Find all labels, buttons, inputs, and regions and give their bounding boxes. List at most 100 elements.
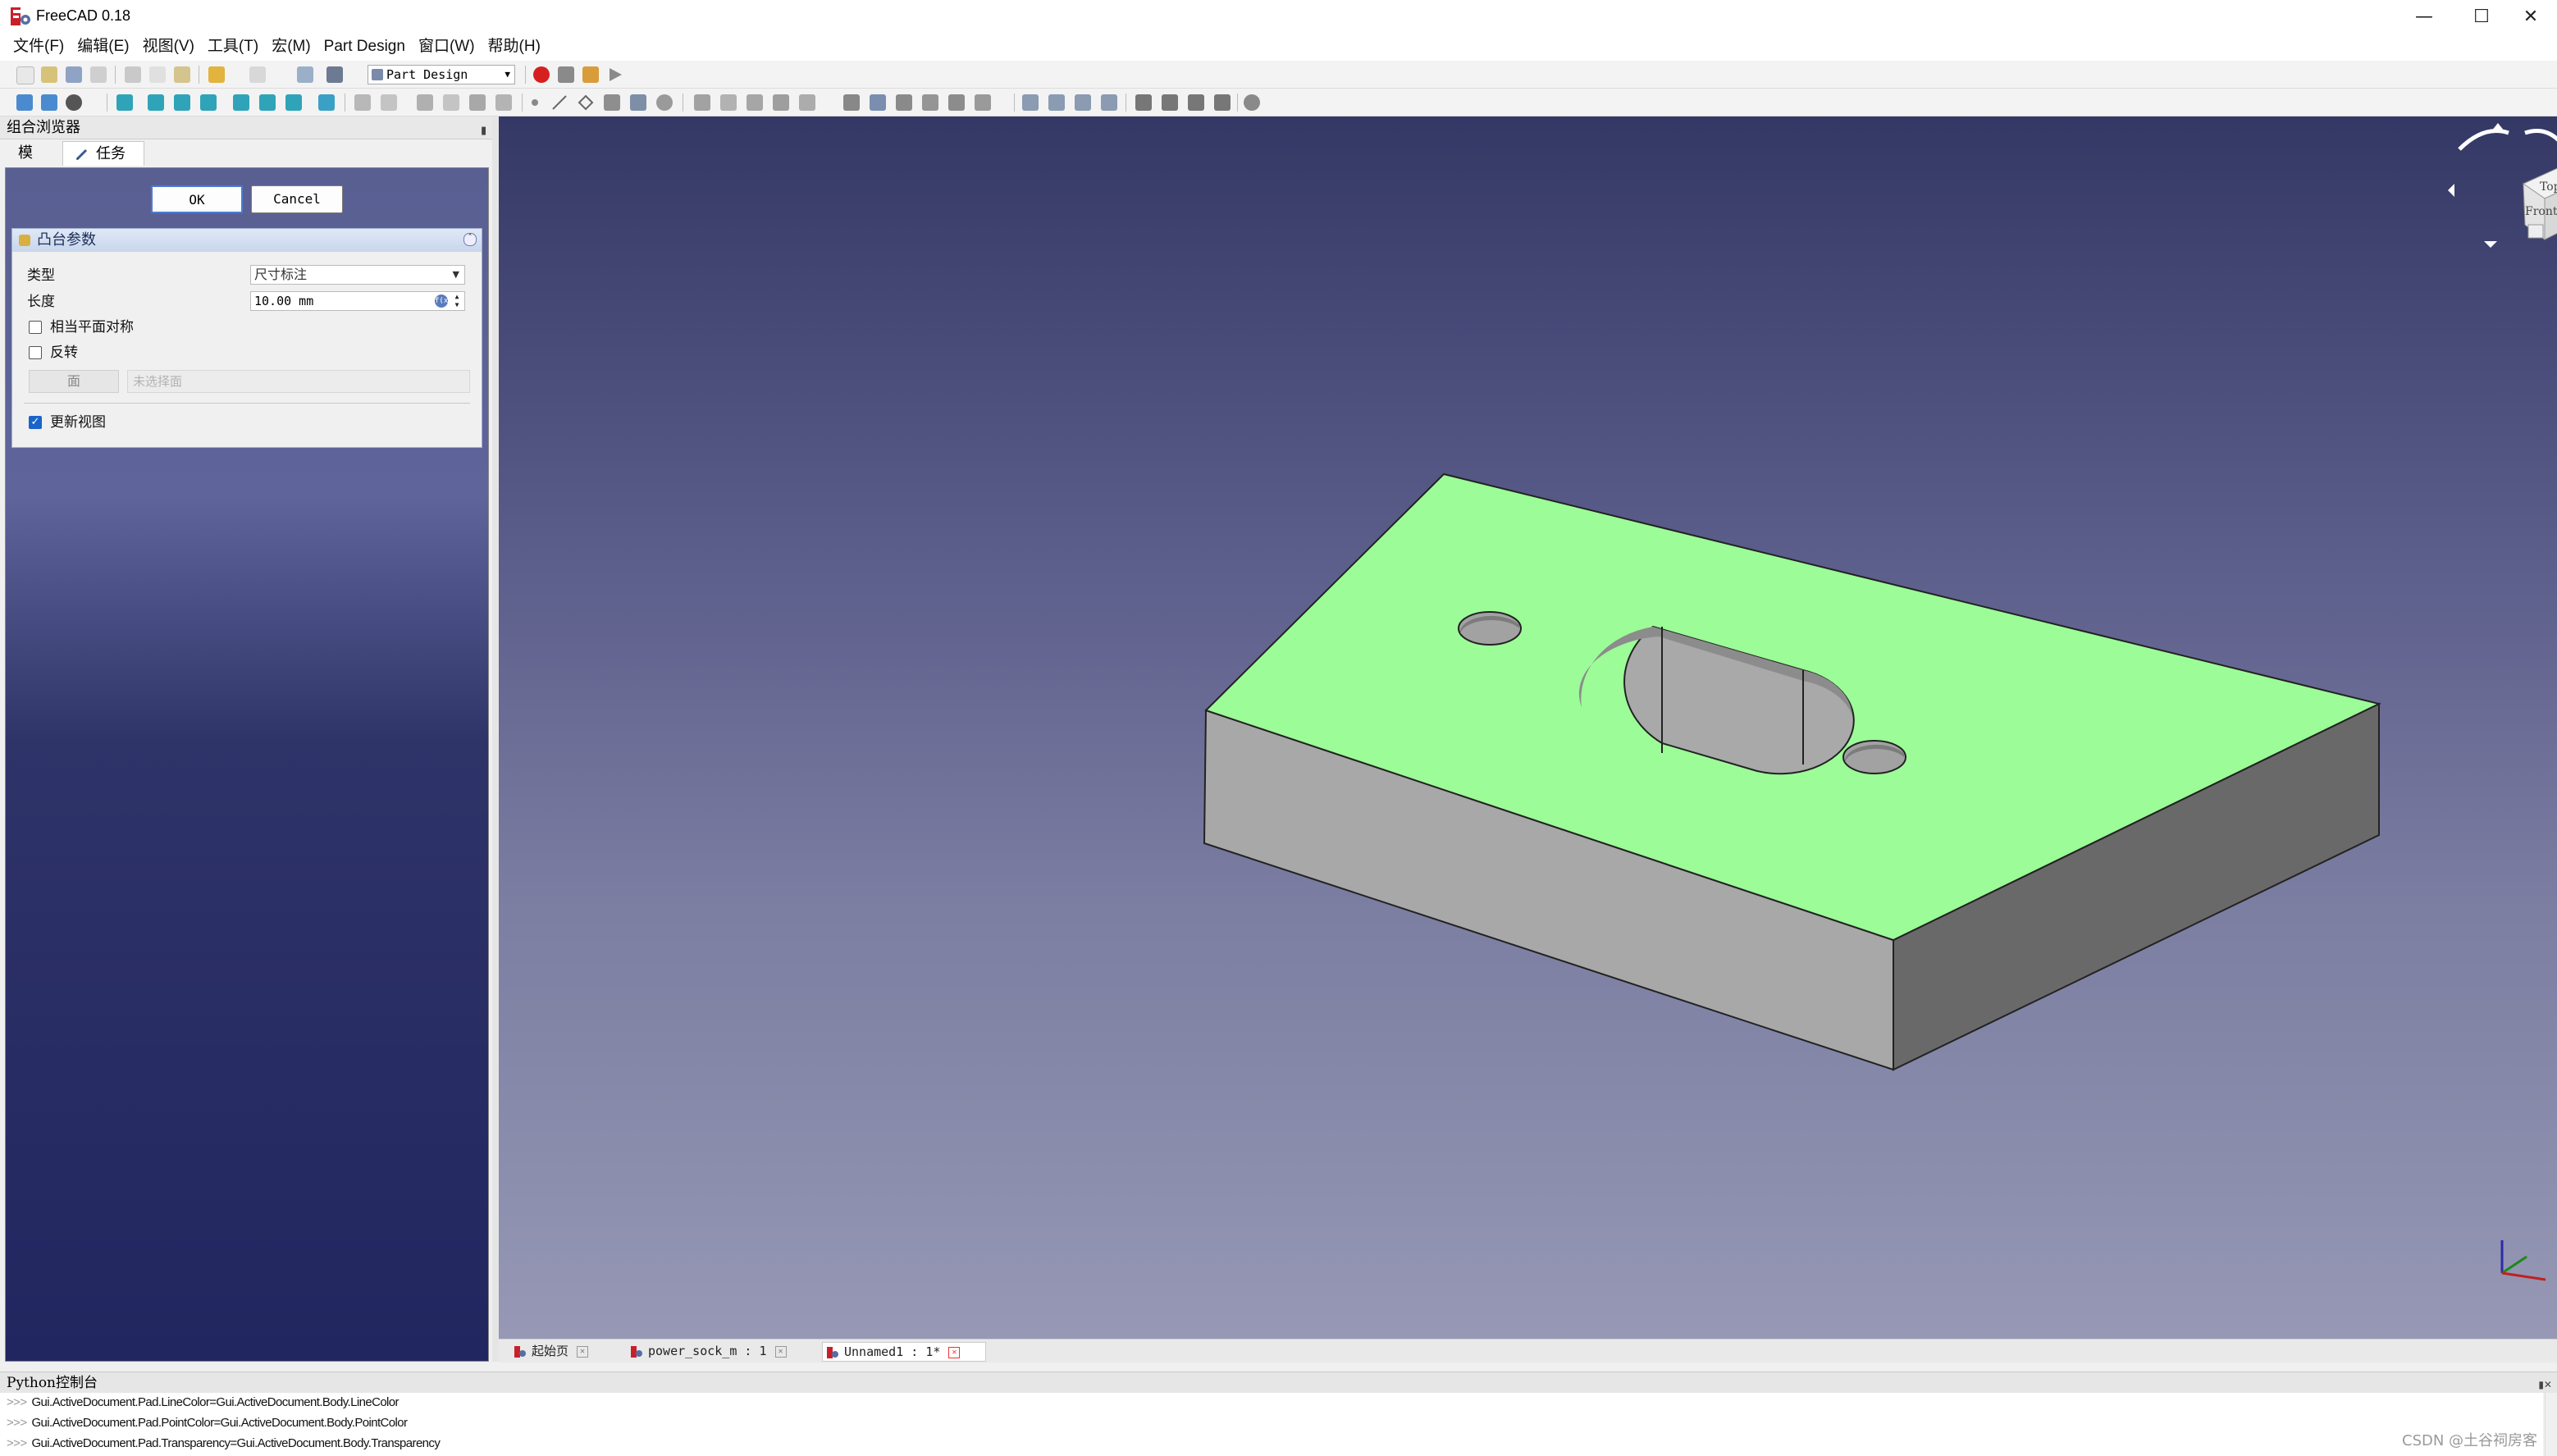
subtractive-pipe-icon[interactable] <box>948 94 965 111</box>
view-rear-icon[interactable] <box>233 94 249 111</box>
expression-icon[interactable]: f(x) <box>435 294 453 308</box>
reversed-checkbox[interactable] <box>29 346 42 359</box>
view-isometric-icon[interactable] <box>116 94 133 111</box>
update-view-checkbox[interactable]: ✓ <box>29 416 42 429</box>
minimize-button[interactable]: — <box>2395 0 2453 33</box>
open-file-icon[interactable] <box>41 66 57 83</box>
3d-viewport[interactable]: Top Front <box>499 116 2557 1339</box>
new-file-icon[interactable] <box>16 66 34 84</box>
menu-windows[interactable]: 窗口(W) <box>412 34 482 59</box>
additive-primitive-icon[interactable] <box>799 94 815 111</box>
menu-part-design[interactable]: Part Design <box>317 34 412 59</box>
redo-icon[interactable] <box>249 66 266 83</box>
menu-view[interactable]: 视图(V) <box>136 34 201 59</box>
map-sketch-icon[interactable] <box>469 94 486 111</box>
clone-icon[interactable] <box>656 94 673 111</box>
view-left-icon[interactable] <box>285 94 302 111</box>
length-input[interactable]: 10.00 mm f(x) ▲ ▼ <box>250 291 465 311</box>
pad-icon[interactable] <box>694 94 710 111</box>
cut-icon[interactable] <box>125 66 141 83</box>
python-console[interactable]: >>> Gui.ActiveDocument.Pad.LineColor=Gui.… <box>0 1393 2543 1456</box>
copy-icon[interactable] <box>149 66 166 83</box>
tab-model[interactable]: 模型 <box>7 141 56 186</box>
hole-icon[interactable] <box>870 94 886 111</box>
watermark: CSDN @土谷祠房客 <box>2402 1432 2538 1449</box>
symmetric-checkbox[interactable] <box>29 321 42 334</box>
multi-transform-icon[interactable] <box>1101 94 1117 111</box>
datum-line-icon[interactable] <box>551 94 568 111</box>
create-sketch-icon[interactable] <box>417 94 433 111</box>
draft-icon[interactable] <box>1188 94 1204 111</box>
datum-point-icon[interactable] <box>532 99 538 106</box>
navigation-cube[interactable]: Top Front <box>2448 123 2557 248</box>
document-tab[interactable]: 起始页 ✕ <box>510 1342 609 1362</box>
merge-sketch-icon[interactable] <box>495 94 512 111</box>
close-icon[interactable]: ✕ <box>774 1345 787 1358</box>
document-tab[interactable]: power_sock_m : 1 ✕ <box>627 1342 807 1362</box>
view-bottom-icon[interactable] <box>259 94 276 111</box>
close-icon[interactable]: ✕ <box>577 1345 589 1358</box>
revolution-icon[interactable] <box>720 94 737 111</box>
loft-icon[interactable] <box>747 94 763 111</box>
pocket-icon[interactable] <box>843 94 860 111</box>
boolean-icon[interactable] <box>1244 94 1260 111</box>
datum-plane-icon[interactable] <box>578 94 594 111</box>
panel-splitter[interactable] <box>492 116 499 1362</box>
local-coordinate-icon[interactable] <box>604 94 620 111</box>
subtractive-primitive-icon[interactable] <box>975 94 991 111</box>
face-field[interactable]: 未选择面 <box>127 370 470 393</box>
close-button[interactable]: ✕ <box>2502 0 2557 33</box>
spinbox-arrows-icon[interactable]: ▲ ▼ <box>451 293 463 309</box>
ok-button[interactable]: OK <box>151 185 243 213</box>
validate-sketch-icon[interactable] <box>443 94 459 111</box>
refresh-icon[interactable] <box>297 66 313 83</box>
thickness-icon[interactable] <box>1214 94 1231 111</box>
pad-parameters-title: 凸台参数 <box>37 231 96 249</box>
measure-distance-icon[interactable] <box>318 94 335 111</box>
toolbar-separator <box>522 94 523 112</box>
draw-style-icon[interactable] <box>66 94 82 111</box>
undo-icon[interactable] <box>208 66 225 83</box>
groove-icon[interactable] <box>896 94 912 111</box>
menu-tools[interactable]: 工具(T) <box>201 34 265 59</box>
print-icon[interactable] <box>90 66 107 83</box>
save-icon[interactable] <box>66 66 82 83</box>
polar-pattern-icon[interactable] <box>1075 94 1091 111</box>
linear-pattern-icon[interactable] <box>1048 94 1065 111</box>
type-select[interactable]: 尺寸标注 ▼ <box>250 265 465 285</box>
tab-tasks[interactable]: 任务 <box>62 141 144 166</box>
menu-edit[interactable]: 编辑(E) <box>71 34 135 59</box>
whats-this-icon[interactable] <box>326 66 343 83</box>
subtractive-loft-icon[interactable] <box>922 94 938 111</box>
workbench-selector[interactable]: Part Design ▼ <box>368 65 515 84</box>
part-design-icon <box>372 69 383 80</box>
document-tab-active[interactable]: Unnamed1 : 1* ✕ <box>822 1342 986 1362</box>
fit-selection-icon[interactable] <box>41 94 57 111</box>
fillet-icon[interactable] <box>1135 94 1152 111</box>
record-macro-icon[interactable] <box>533 66 550 83</box>
create-part-icon[interactable] <box>381 94 397 111</box>
view-front-icon[interactable] <box>148 94 164 111</box>
menu-macro[interactable]: 宏(M) <box>265 34 317 59</box>
view-top-icon[interactable] <box>174 94 190 111</box>
cancel-button[interactable]: Cancel <box>251 185 343 213</box>
edit-macro-icon[interactable] <box>582 66 599 83</box>
console-scrollbar[interactable] <box>2545 1393 2557 1456</box>
create-body-icon[interactable] <box>354 94 371 111</box>
run-macro-icon[interactable] <box>607 66 623 83</box>
collapse-icon[interactable]: ˄ <box>463 233 477 246</box>
pad-parameters-header[interactable]: 凸台参数 ˄ <box>12 229 482 252</box>
stop-macro-icon[interactable] <box>558 66 574 83</box>
view-right-icon[interactable] <box>200 94 217 111</box>
menu-file[interactable]: 文件(F) <box>7 34 71 59</box>
paste-icon[interactable] <box>174 66 190 83</box>
pipe-icon[interactable] <box>773 94 789 111</box>
shape-binder-icon[interactable] <box>630 94 646 111</box>
chamfer-icon[interactable] <box>1162 94 1178 111</box>
fit-all-icon[interactable] <box>16 94 33 111</box>
3d-model[interactable]: Top Front <box>499 116 2557 1339</box>
face-button[interactable]: 面 <box>29 370 119 393</box>
menu-help[interactable]: 帮助(H) <box>482 34 547 59</box>
mirrored-icon[interactable] <box>1022 94 1039 111</box>
close-icon[interactable]: ✕ <box>948 1346 961 1358</box>
